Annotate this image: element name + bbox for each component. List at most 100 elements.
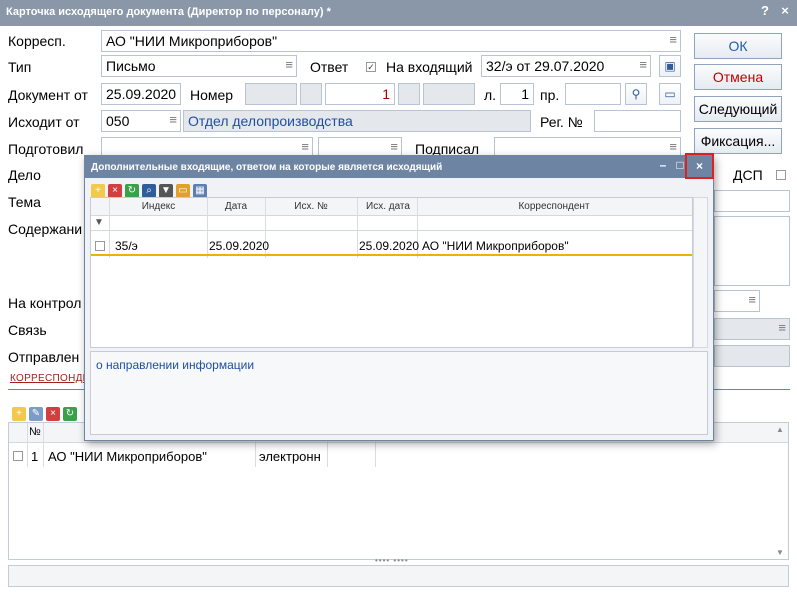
answer-label: Ответ xyxy=(310,59,349,75)
dept-name-field: Отдел делопроизводства xyxy=(183,110,531,132)
col-out-no[interactable]: Исх. № xyxy=(267,198,355,216)
cell-index: 35/э xyxy=(115,239,138,253)
row-name: АО "НИИ Микроприборов" xyxy=(48,449,207,464)
dept-code-field[interactable]: 050 ≡ xyxy=(101,110,181,132)
refresh-icon[interactable]: ↻ xyxy=(125,184,139,198)
number-suffix-sep-field[interactable] xyxy=(398,83,420,105)
menu-icon[interactable]: ≡ xyxy=(669,139,677,154)
help-button[interactable]: ? xyxy=(756,3,774,18)
filter-icon[interactable]: ▼ xyxy=(159,184,173,198)
answer-checkbox[interactable]: ✓ xyxy=(366,62,376,72)
number-suffix-field[interactable] xyxy=(423,83,475,105)
corresp-field[interactable]: АО "НИИ Микроприборов" ≡ xyxy=(101,30,681,52)
window-titlebar: Карточка исходящего документа (Директор … xyxy=(0,0,797,26)
type-label: Тип xyxy=(8,59,32,75)
out-from-label: Исходит от xyxy=(8,114,80,130)
search-icon[interactable]: ⌕ xyxy=(142,184,156,198)
num-header: № xyxy=(29,426,41,438)
sent-field[interactable] xyxy=(714,345,790,367)
content-label: Содержани xyxy=(8,221,83,237)
delete-icon[interactable]: × xyxy=(108,184,122,198)
table-row[interactable]: 1 АО "НИИ Микроприборов" электронн xyxy=(9,447,788,467)
dialog-toolbar: + × ↻ ⌕ ▼ ▭ ▦ xyxy=(91,182,210,198)
folder-icon[interactable]: ▭ xyxy=(176,184,190,198)
fix-button[interactable]: Фиксация... xyxy=(694,128,782,154)
content-field[interactable] xyxy=(714,216,790,286)
scroll-up-icon[interactable]: ▲ xyxy=(776,425,786,434)
menu-icon[interactable]: ≡ xyxy=(390,139,398,154)
cancel-button[interactable]: Отмена xyxy=(694,64,782,90)
add-icon[interactable]: + xyxy=(91,184,105,198)
number-prefix-field[interactable] xyxy=(245,83,297,105)
cell-out-date: 25.09.2020 xyxy=(359,239,420,253)
menu-icon[interactable]: ≡ xyxy=(301,139,309,154)
control-label: На контрол xyxy=(8,295,82,311)
corresp-label: Корресп. xyxy=(8,33,66,49)
additional-incoming-dialog: Дополнительные входящие, ответом на кото… xyxy=(84,153,714,441)
incoming-field[interactable]: 32/э от 29.07.2020 ≡ xyxy=(481,55,651,77)
number-label: Номер xyxy=(190,87,234,103)
appendix-field[interactable] xyxy=(565,83,621,105)
case-label: Дело xyxy=(8,167,41,183)
link-field[interactable]: ≡ xyxy=(714,318,790,340)
dialog-close-button[interactable]: × xyxy=(685,153,714,179)
next-button[interactable]: Следующий xyxy=(694,96,782,122)
cell-correspondent: АО "НИИ Микроприборов" xyxy=(422,239,569,253)
topic-field[interactable] xyxy=(714,190,790,212)
delete-icon[interactable]: × xyxy=(46,407,60,421)
reg-label: Рег. № xyxy=(540,114,583,130)
dsp-checkbox[interactable] xyxy=(776,170,786,180)
window-title: Карточка исходящего документа (Директор … xyxy=(6,6,331,18)
dsp-label: ДСП xyxy=(733,167,763,183)
row-num: 1 xyxy=(31,449,39,464)
incoming-picker-icon[interactable]: ▣ xyxy=(659,55,681,77)
dialog-scrollbar[interactable] xyxy=(693,197,708,348)
control-field[interactable]: ≡ xyxy=(714,290,760,312)
attach-icon[interactable]: ⚲ xyxy=(625,83,647,105)
minimize-button[interactable]: – xyxy=(655,158,671,172)
sheets-field[interactable]: 1 xyxy=(500,83,534,105)
recipients-table: № 1 АО "НИИ Микроприборов" электронн ▲ ▼ xyxy=(8,422,789,560)
dialog-table: Индекс Дата Исх. № Исх. дата Корреспонде… xyxy=(90,197,693,348)
recipients-toolbar: + ✎ × ↻ xyxy=(12,405,80,421)
type-field[interactable]: Письмо ≡ xyxy=(101,55,297,77)
scroll-down-icon[interactable]: ▼ xyxy=(776,548,786,557)
edit-icon[interactable]: ✎ xyxy=(29,407,43,421)
menu-icon[interactable]: ≡ xyxy=(639,57,647,72)
status-bar xyxy=(8,565,789,587)
incoming-label: На входящий xyxy=(386,59,473,75)
cell-date: 25.09.2020 xyxy=(209,239,270,253)
dialog-note: о направлении информации xyxy=(90,351,708,435)
menu-icon[interactable]: ≡ xyxy=(169,112,177,127)
doc-from-label: Документ от xyxy=(8,87,88,103)
scan-icon[interactable]: ▭ xyxy=(659,83,681,105)
columns-icon[interactable]: ▦ xyxy=(193,184,207,198)
reg-field[interactable] xyxy=(594,110,681,132)
sheets-label: л. xyxy=(484,87,497,103)
window-close-button[interactable]: × xyxy=(776,3,794,18)
row-delivery: электронн xyxy=(259,449,321,464)
menu-icon[interactable]: ≡ xyxy=(748,292,756,307)
menu-icon[interactable]: ≡ xyxy=(778,320,786,335)
splitter-grip[interactable]: •••• •••• xyxy=(375,556,409,565)
col-date[interactable]: Дата xyxy=(208,198,264,216)
row-checkbox[interactable] xyxy=(13,451,23,461)
table-row[interactable]: 35/э 25.09.2020 25.09.2020 АО "НИИ Микро… xyxy=(91,236,692,256)
topic-label: Тема xyxy=(8,194,41,210)
number-sep-field[interactable] xyxy=(300,83,322,105)
col-out-date[interactable]: Исх. дата xyxy=(359,198,417,216)
filter-icon[interactable]: ▼ xyxy=(94,217,104,228)
menu-icon[interactable]: ≡ xyxy=(669,32,677,47)
col-correspondent[interactable]: Корреспондент xyxy=(419,198,689,216)
col-index[interactable]: Индекс xyxy=(111,198,206,216)
add-icon[interactable]: + xyxy=(12,407,26,421)
doc-date-field[interactable]: 25.09.2020 xyxy=(101,83,181,105)
number-field[interactable]: 1 xyxy=(325,83,395,105)
row-checkbox[interactable] xyxy=(95,241,105,251)
refresh-icon[interactable]: ↻ xyxy=(63,407,77,421)
prepared-label: Подготовил xyxy=(8,141,84,157)
ok-button[interactable]: ОК xyxy=(694,33,782,59)
menu-icon[interactable]: ≡ xyxy=(285,57,293,72)
appendix-label: пр. xyxy=(540,87,560,103)
filter-row[interactable]: ▼ xyxy=(91,217,692,231)
